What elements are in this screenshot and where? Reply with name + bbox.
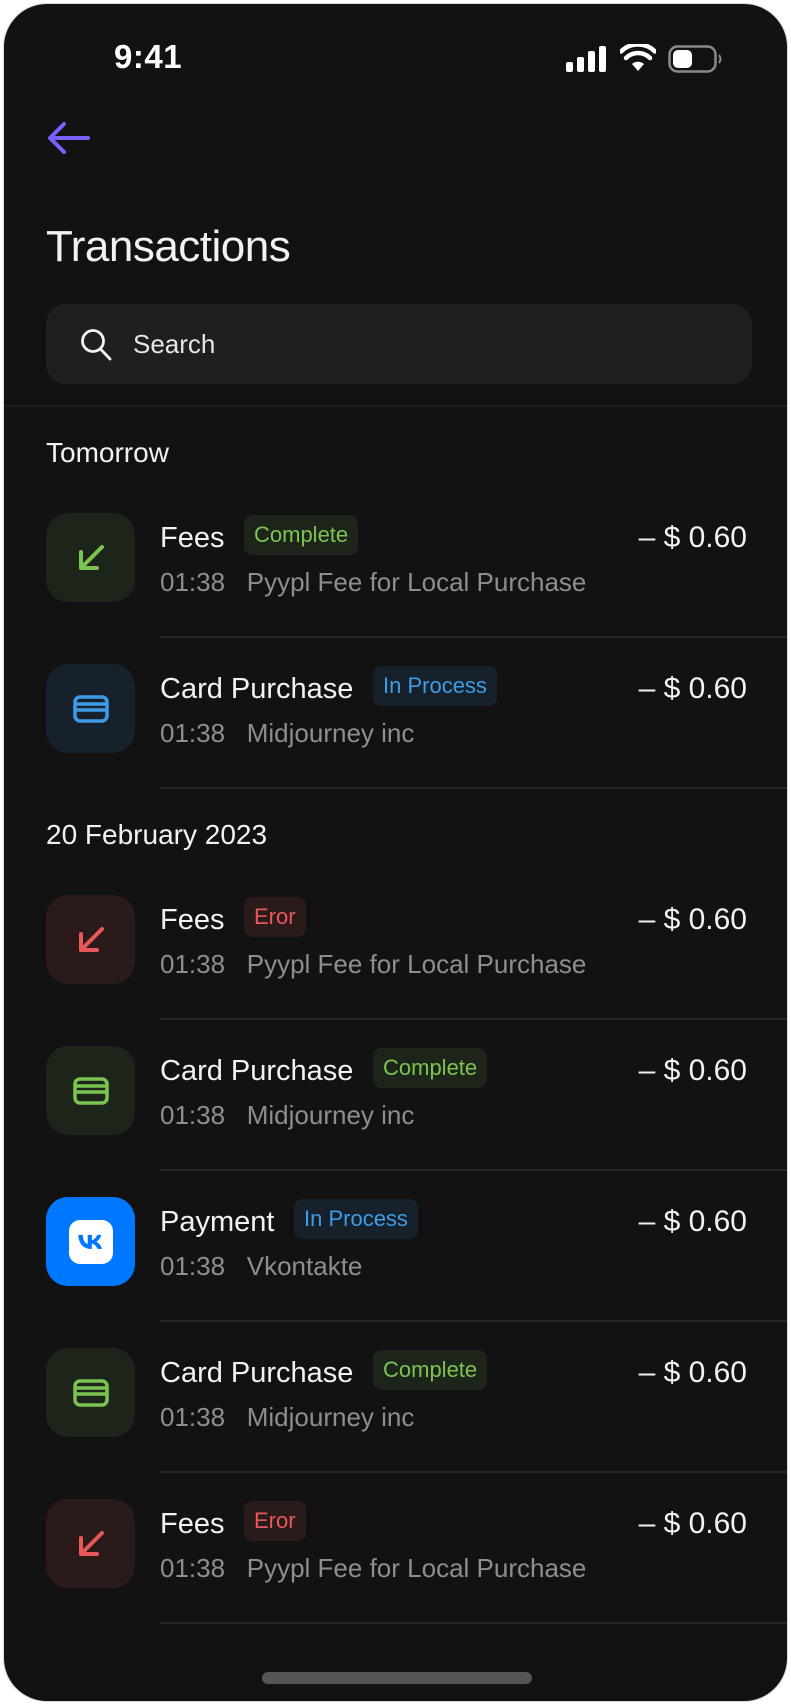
status-badge: Complete [244, 515, 359, 555]
cellular-signal-icon [566, 46, 606, 72]
arrow-left-icon [48, 122, 90, 154]
home-indicator[interactable] [262, 1672, 532, 1684]
arrow-down-left-icon [71, 1524, 111, 1564]
status-bar: 9:41 [4, 4, 787, 114]
transaction-description: Pyypl Fee for Local Purchase [246, 567, 587, 597]
arrow-down-left-icon [71, 538, 111, 578]
transaction-type: Card Purchase [160, 673, 354, 705]
transaction-type: Fees [160, 1508, 225, 1540]
transaction-amount: – $ 0.60 [638, 1054, 747, 1087]
transaction-amount: – $ 0.60 [638, 1507, 747, 1540]
transaction-time: 01:38 [160, 567, 226, 597]
status-badge: Eror [244, 1501, 306, 1541]
transaction-description: Midjourney inc [246, 1100, 415, 1130]
transaction-type: Card Purchase [160, 1357, 354, 1389]
transaction-meta: 01:38 Midjourney inc [160, 1402, 414, 1433]
transaction-meta: 01:38 Midjourney inc [160, 1100, 414, 1131]
status-badge: Complete [373, 1048, 488, 1088]
transaction-type: Fees [160, 522, 225, 554]
transaction-row[interactable]: Card Purchase Complete 01:38 Midjourney … [4, 1020, 787, 1171]
status-badge: Complete [373, 1350, 488, 1390]
transaction-row[interactable]: Card Purchase Complete 01:38 Midjourney … [4, 1322, 787, 1473]
transaction-meta: 01:38 Midjourney inc [160, 718, 414, 749]
search-icon [81, 329, 112, 361]
status-badge: Eror [244, 897, 306, 937]
status-time: 9:41 [114, 38, 183, 75]
vk-logo-icon [68, 1219, 113, 1264]
transaction-type: Fees [160, 904, 225, 936]
battery-icon [668, 45, 722, 73]
credit-card-icon [71, 1071, 111, 1111]
transaction-icon-tile [46, 1046, 135, 1135]
transaction-description: Vkontakte [246, 1251, 363, 1281]
transaction-row[interactable]: Payment In Process 01:38 Vkontakte – $ 0… [4, 1171, 787, 1322]
transaction-description: Pyypl Fee for Local Purchase [246, 949, 587, 979]
search-input[interactable] [133, 328, 693, 360]
transaction-row[interactable]: Fees Eror 01:38 Pyypl Fee for Local Purc… [4, 1473, 787, 1624]
status-badge: In Process [294, 1199, 418, 1239]
transaction-time: 01:38 [160, 1100, 226, 1130]
transaction-row[interactable]: Fees Complete 01:38 Pyypl Fee for Local … [4, 487, 787, 638]
transaction-amount: – $ 0.60 [638, 672, 747, 705]
search-bar[interactable] [46, 304, 752, 384]
transaction-time: 01:38 [160, 1251, 226, 1281]
credit-card-icon [71, 689, 111, 729]
transaction-meta: 01:38 Pyypl Fee for Local Purchase [160, 949, 586, 980]
transaction-icon-tile [46, 1197, 135, 1286]
transaction-time: 01:38 [160, 949, 226, 979]
transaction-meta: 01:38 Vkontakte [160, 1251, 362, 1282]
arrow-down-left-icon [71, 920, 111, 960]
transaction-amount: – $ 0.60 [638, 521, 747, 554]
transaction-time: 01:38 [160, 1553, 226, 1583]
transaction-time: 01:38 [160, 1402, 226, 1432]
transaction-meta: 01:38 Pyypl Fee for Local Purchase [160, 567, 586, 598]
transaction-icon-tile [46, 1499, 135, 1588]
transaction-description: Pyypl Fee for Local Purchase [246, 1553, 587, 1583]
transaction-icon-tile [46, 664, 135, 753]
transaction-type: Payment [160, 1206, 275, 1238]
transaction-amount: – $ 0.60 [638, 1205, 747, 1238]
transaction-icon-tile [46, 895, 135, 984]
row-divider [160, 1622, 787, 1624]
transaction-amount: – $ 0.60 [638, 903, 747, 936]
transaction-row[interactable]: Card Purchase In Process 01:38 Midjourne… [4, 638, 787, 789]
back-button[interactable] [46, 121, 92, 155]
phone-screen: 9:41 Transactions Tomorrow [3, 3, 788, 1702]
transaction-row[interactable]: Fees Eror 01:38 Pyypl Fee for Local Purc… [4, 869, 787, 1020]
page-title: Transactions [46, 222, 291, 271]
transactions-list: Tomorrow Fees Complete 01:38 Pyypl Fee f… [4, 407, 787, 1624]
transaction-meta: 01:38 Pyypl Fee for Local Purchase [160, 1553, 586, 1584]
section-header: 20 February 2023 [46, 819, 268, 850]
wifi-icon [620, 44, 656, 71]
transaction-icon-tile [46, 1348, 135, 1437]
transaction-type: Card Purchase [160, 1055, 354, 1087]
transaction-icon-tile [46, 513, 135, 602]
status-badge: In Process [373, 666, 497, 706]
section-header: Tomorrow [46, 437, 169, 468]
transaction-description: Midjourney inc [246, 1402, 415, 1432]
row-divider [160, 787, 787, 789]
transaction-description: Midjourney inc [246, 718, 415, 748]
transaction-time: 01:38 [160, 718, 226, 748]
transaction-amount: – $ 0.60 [638, 1356, 747, 1389]
credit-card-icon [71, 1373, 111, 1413]
